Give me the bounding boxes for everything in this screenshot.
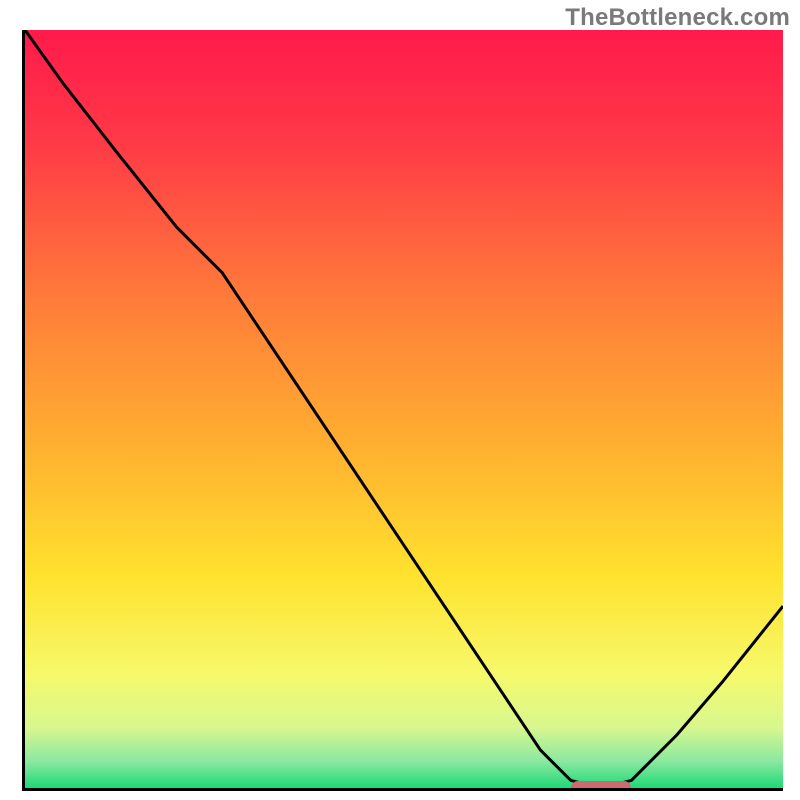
watermark-text: TheBottleneck.com (565, 4, 790, 32)
optimal-range-marker (571, 781, 632, 791)
bottleneck-curve (25, 30, 783, 788)
plot-area (22, 30, 783, 791)
chart-container: TheBottleneck.com (0, 0, 800, 800)
curve-path (25, 30, 783, 788)
